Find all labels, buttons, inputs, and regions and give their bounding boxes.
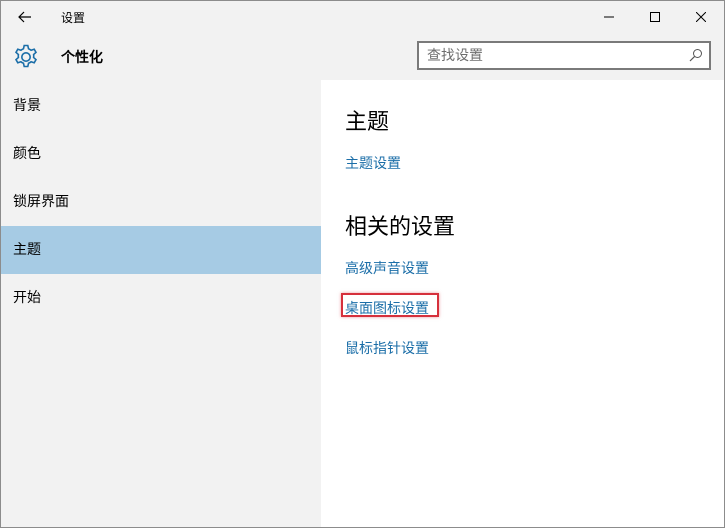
sidebar-item-label: 背景: [13, 98, 41, 114]
search-input[interactable]: [427, 43, 677, 68]
advanced-sound-settings-link[interactable]: 高级声音设置: [345, 258, 429, 278]
back-button[interactable]: [1, 1, 49, 33]
search-icon[interactable]: [689, 48, 703, 62]
sidebar-item-colors[interactable]: 颜色: [1, 130, 321, 178]
related-settings-title: 相关的设置: [345, 215, 456, 240]
page-title: 个性化: [61, 50, 103, 66]
mouse-pointer-settings-link[interactable]: 鼠标指针设置: [345, 338, 429, 358]
maximize-button[interactable]: [632, 1, 678, 33]
theme-section-title: 主题: [345, 110, 390, 135]
theme-settings-link[interactable]: 主题设置: [345, 153, 401, 173]
main-content: 主题 主题设置 相关的设置 高级声音设置 桌面图标设置 鼠标指针设置: [321, 80, 724, 527]
sidebar-item-background[interactable]: 背景: [1, 82, 321, 130]
close-icon: [696, 12, 706, 22]
title-bar: 设置: [1, 1, 724, 33]
back-arrow-icon: [18, 11, 31, 23]
desktop-icon-settings-link[interactable]: 桌面图标设置: [345, 298, 429, 318]
window-title: 设置: [61, 11, 86, 25]
sidebar-item-themes[interactable]: 主题: [1, 226, 321, 274]
sidebar-item-start[interactable]: 开始: [1, 274, 321, 322]
sidebar-item-label: 锁屏界面: [13, 194, 69, 210]
sidebar-item-label: 颜色: [13, 146, 41, 162]
sidebar: 背景 颜色 锁屏界面 主题 开始: [1, 80, 321, 527]
close-button[interactable]: [678, 1, 724, 33]
page-header: 个性化: [1, 33, 724, 80]
sidebar-item-label: 主题: [13, 242, 41, 258]
sidebar-item-label: 开始: [13, 290, 41, 306]
gear-icon: [14, 44, 38, 68]
maximize-icon: [650, 12, 660, 22]
search-box[interactable]: [417, 41, 711, 70]
sidebar-item-lock-screen[interactable]: 锁屏界面: [1, 178, 321, 226]
minimize-icon: [604, 16, 614, 18]
settings-window: 设置 个性化 查找设置 背景 颜色 锁屏界面 主题 开始 主题 主题设置 相关的…: [0, 0, 725, 528]
minimize-button[interactable]: [586, 1, 632, 33]
